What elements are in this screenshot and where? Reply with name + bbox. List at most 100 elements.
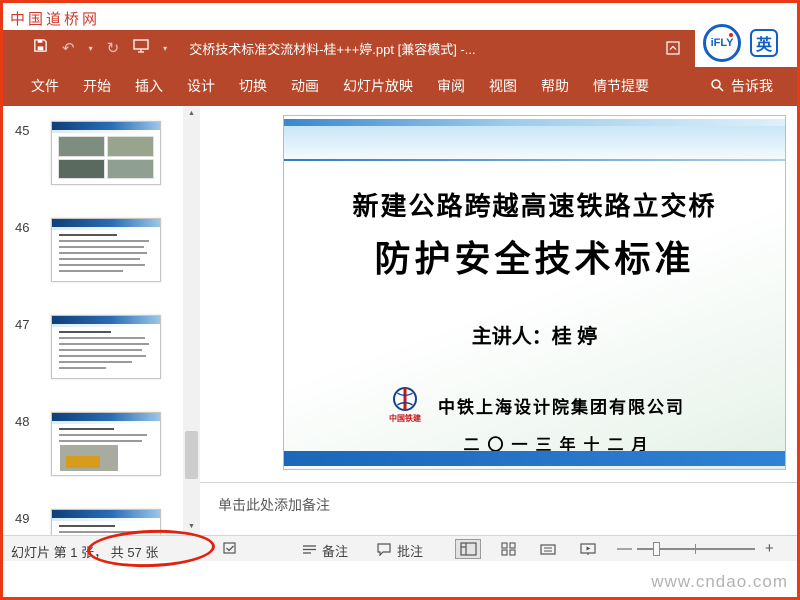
undo-dropdown-icon[interactable]: ▾: [89, 44, 93, 53]
mini-slide-header-line: [52, 421, 160, 424]
reading-view-button[interactable]: [535, 539, 561, 559]
ribbon-tab-review[interactable]: 审阅: [425, 66, 477, 106]
ribbon-tab-insert[interactable]: 插入: [123, 66, 175, 106]
scroll-down-icon[interactable]: ▼: [183, 519, 200, 535]
ribbon-tab-help[interactable]: 帮助: [529, 66, 581, 106]
undo-icon[interactable]: ↶: [62, 41, 75, 56]
watermark-bottom: www.cndao.com: [651, 572, 788, 591]
thumbnail-row-46: 46: [3, 218, 183, 284]
comments-toggle-button[interactable]: 批注: [377, 541, 423, 560]
thumbnail-row-47: 47: [3, 315, 183, 381]
thumbnail-row-45: 45: [3, 121, 183, 187]
mini-slide-header-line: [52, 227, 160, 230]
mini-slide-header: [52, 510, 160, 518]
ime-language-label: 英: [755, 37, 772, 54]
notes-pane[interactable]: 单击此处添加备注: [200, 482, 797, 535]
ribbon-tab-view[interactable]: 视图: [477, 66, 529, 106]
slide-top-band-light: [284, 126, 785, 159]
view-switcher: [455, 539, 601, 559]
status-bar: 幻灯片 第 1 张， 共 57 张 备注 批注 — +: [3, 527, 797, 570]
start-slideshow-icon[interactable]: [133, 38, 149, 58]
window-title: 交桥技术标准交流材料-桂+++婷.ppt [兼容模式] -...: [189, 41, 476, 57]
slideshow-view-button[interactable]: [575, 539, 601, 559]
mini-slide-header: [52, 219, 160, 227]
screenshot-frame: 中国道桥网 ↶ ▾ ↻ ▾ 交桥技术标准交流材料-桂+++婷.ppt [兼容模式…: [0, 0, 800, 600]
slide-title-line2: 防护安全技术标准: [374, 238, 695, 279]
comment-bubble-icon: [377, 542, 391, 559]
slide-top-band-dark: [284, 119, 785, 126]
ribbon-tab-bar: 文件 开始 插入 设计 切换 动画 幻灯片放映 审阅 视图 帮助 情节提要 告诉…: [3, 66, 797, 106]
globe-emblem-icon: [393, 387, 417, 411]
mini-slide-header-line: [52, 130, 160, 133]
zoom-slider-thumb[interactable]: [653, 542, 660, 556]
ribbon-display-options-icon[interactable]: [665, 40, 681, 61]
mini-slide-photo: [60, 445, 118, 471]
ribbon-tab-transitions[interactable]: 切换: [227, 66, 279, 106]
notes-toggle-label: 备注: [322, 544, 349, 559]
slide-number-48: 48: [15, 414, 30, 429]
mini-slide-header: [52, 316, 160, 324]
crcc-logo-label: 中国铁建: [389, 414, 421, 423]
mini-slide-header-line: [52, 324, 160, 327]
comments-toggle-label: 批注: [397, 544, 424, 559]
top-strip: 中国道桥网: [3, 3, 797, 30]
slide-thumbnail-panel: 45 46 47 48 49: [3, 106, 183, 535]
zoom-out-button[interactable]: —: [617, 540, 632, 557]
ifly-logo[interactable]: iFLY: [703, 24, 741, 62]
mini-slide-textlines: [59, 331, 153, 373]
ribbon-tab-home[interactable]: 开始: [71, 66, 123, 106]
ribbon-tab-slideshow[interactable]: 幻灯片放映: [331, 66, 425, 106]
thumbnail-row-48: 48: [3, 412, 183, 478]
ribbon-tab-design[interactable]: 设计: [175, 66, 227, 106]
redo-icon[interactable]: ↻: [107, 41, 120, 56]
crcc-logo: 中国铁建: [384, 386, 426, 424]
mini-slide-machine: [66, 456, 100, 468]
slide-number-47: 47: [15, 317, 30, 332]
thumbnail-row-49: 49: [3, 509, 183, 535]
slide-counter-total: 共 57 张: [110, 545, 159, 560]
ribbon-tab-file[interactable]: 文件: [19, 66, 71, 106]
slide-organization-row: 中国铁建 中铁上海设计院集团有限公司: [284, 386, 785, 424]
scrollbar-thumb[interactable]: [185, 431, 198, 479]
zoom-in-button[interactable]: +: [765, 540, 774, 557]
notes-toggle-button[interactable]: 备注: [303, 541, 348, 560]
notes-lines-icon: [303, 543, 316, 558]
slide-sorter-view-button[interactable]: [495, 539, 521, 559]
scroll-up-icon[interactable]: ▲: [183, 106, 200, 122]
notes-placeholder[interactable]: 单击此处添加备注: [218, 495, 797, 515]
slide-thumbnail-45[interactable]: [51, 121, 161, 185]
tell-me-box[interactable]: 告诉我: [710, 76, 773, 96]
ifly-label: iFLY: [710, 37, 734, 49]
slide-thumbnail-46[interactable]: [51, 218, 161, 282]
slide-thumbnail-48[interactable]: [51, 412, 161, 476]
slide-footer-bar: [284, 451, 785, 466]
slide-counter-prefix: 幻灯片 第 1 张，: [11, 545, 108, 560]
thumbnail-scrollbar[interactable]: ▲ ▼: [183, 106, 200, 535]
quick-access-toolbar: ↶ ▾ ↻ ▾: [3, 38, 167, 58]
mini-slide-header: [52, 122, 160, 130]
mini-slide-textlines: [59, 428, 153, 446]
ime-overlay: iFLY 英: [695, 19, 797, 67]
slide-thumbnail-47[interactable]: [51, 315, 161, 379]
slide-title-line1: 新建公路跨越高速铁路立交桥: [352, 191, 717, 221]
ribbon-tab-storyboarding[interactable]: 情节提要: [581, 66, 661, 106]
ime-language-indicator[interactable]: 英: [750, 29, 778, 57]
search-icon: [710, 78, 724, 95]
titlebar: ↶ ▾ ↻ ▾ 交桥技术标准交流材料-桂+++婷.ppt [兼容模式] -...: [3, 30, 695, 66]
slide-counter: 幻灯片 第 1 张， 共 57 张: [11, 542, 158, 561]
watermark-top: 中国道桥网: [10, 11, 101, 28]
proofing-status-icon[interactable]: [223, 541, 238, 558]
slide-company-name: 中铁上海设计院集团有限公司: [438, 397, 685, 417]
zoom-slider-center-tick: [695, 544, 696, 554]
slide-thumbnail-49[interactable]: [51, 509, 161, 535]
bottom-strip: www.cndao.com: [3, 561, 797, 597]
current-slide-canvas[interactable]: 新建公路跨越高速铁路立交桥 防护安全技术标准 主讲人：桂 婷 中国铁建 中铁上海…: [283, 115, 786, 470]
mini-slide-textlines: [59, 234, 153, 276]
save-icon[interactable]: [33, 38, 48, 58]
ribbon-tab-animations[interactable]: 动画: [279, 66, 331, 106]
slide-number-49: 49: [15, 511, 30, 526]
mini-slide-textlines: [59, 525, 153, 535]
ifly-dot-icon: [729, 33, 733, 37]
qat-customize-icon[interactable]: ▾: [163, 44, 167, 53]
normal-view-button[interactable]: [455, 539, 481, 559]
